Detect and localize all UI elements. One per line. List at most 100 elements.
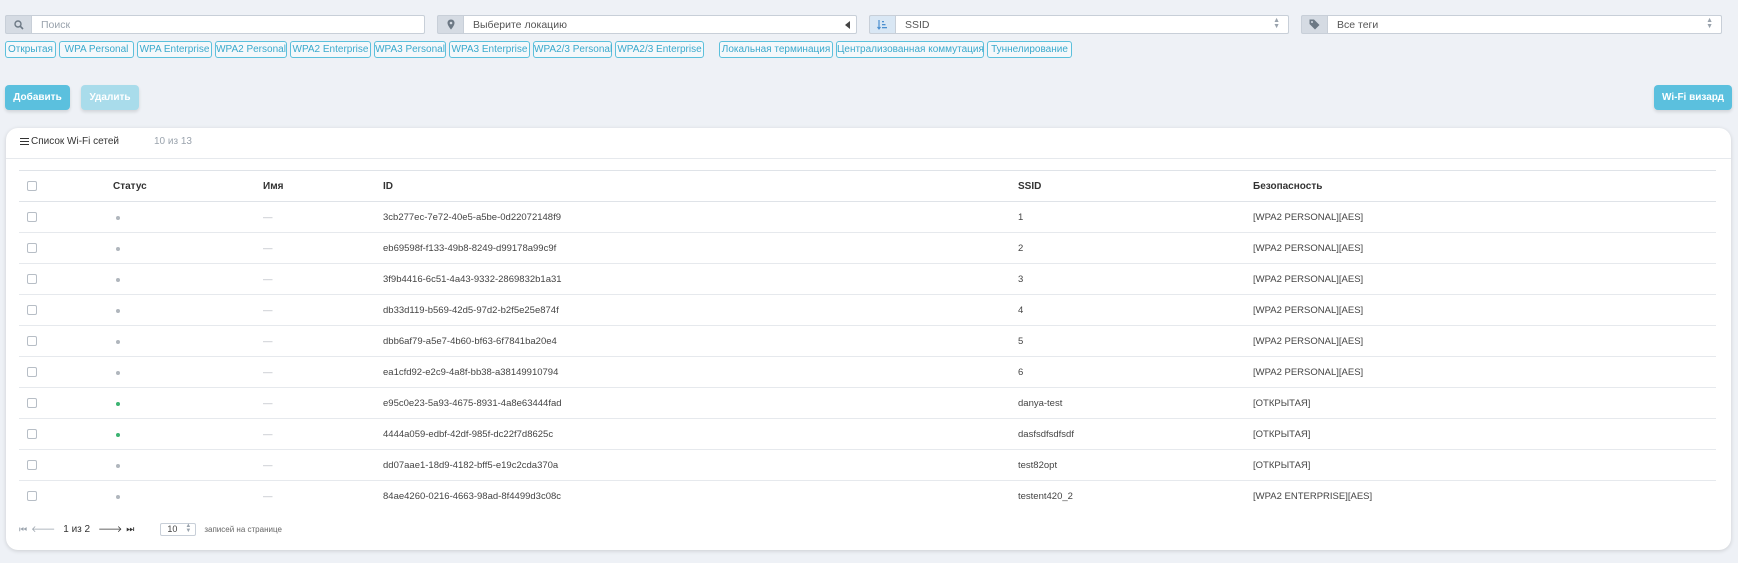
search-input[interactable] bbox=[31, 15, 425, 34]
row-name: — bbox=[263, 449, 383, 481]
search-icon bbox=[5, 15, 31, 34]
row-id: 84ae4260-0216-4663-98ad-8f4499d3c08c bbox=[383, 490, 562, 502]
row-ssid: 6 bbox=[1018, 356, 1253, 388]
per-page-select[interactable]: 10 ▲ ▼ bbox=[160, 523, 197, 536]
location-select[interactable]: Выберите локацию bbox=[463, 15, 857, 34]
add-button[interactable]: Добавить bbox=[5, 85, 70, 110]
card-title: Список Wi-Fi сетей bbox=[31, 136, 119, 147]
chip-wpa-personal[interactable]: WPA Personal bbox=[59, 41, 134, 58]
card-divider bbox=[6, 158, 1731, 159]
location-group: Выберите локацию bbox=[437, 15, 857, 34]
tags-select[interactable]: Все теги ▲ ▼ bbox=[1327, 15, 1722, 34]
status-dot bbox=[116, 308, 120, 313]
first-page-icon[interactable]: ⏮ bbox=[19, 524, 27, 535]
table-row[interactable]: — e95c0e23-5a93-4675-8931-4a8e63444fad dan… bbox=[19, 387, 1716, 419]
select-all-checkbox[interactable] bbox=[27, 180, 37, 191]
row-id: ea1cfd92-e2c9-4a8f-bb38-a38149910794 bbox=[383, 356, 1018, 388]
pagination: ⏮ 🡐 1 из 2 🡒 ⏭ 10 ▲ ▼ записей на странице bbox=[19, 523, 282, 536]
row-ssid: 1 bbox=[1018, 201, 1253, 233]
chip-local-termination[interactable]: Локальная терминация bbox=[719, 41, 833, 58]
row-name: — bbox=[263, 201, 383, 233]
row-security: [WPA2 PERSONAL][AES] bbox=[1253, 294, 1716, 326]
per-page-label: записей на странице bbox=[204, 525, 282, 534]
col-id[interactable]: ID bbox=[383, 170, 1018, 202]
row-security: [WPA2 PERSONAL][AES] bbox=[1253, 232, 1716, 264]
chip-wpa3-enterprise[interactable]: WPA3 Enterprise bbox=[449, 41, 530, 58]
chip-wpa2-enterprise[interactable]: WPA2 Enterprise bbox=[290, 41, 371, 58]
tags-select-value: Все теги bbox=[1337, 18, 1379, 31]
status-dot bbox=[116, 246, 120, 251]
row-id: e95c0e23-5a93-4675-8931-4a8e63444fad bbox=[383, 387, 1018, 419]
chip-wpa2-personal[interactable]: WPA2 Personal bbox=[215, 41, 287, 58]
row-security: [ОТКРЫТАЯ] bbox=[1253, 418, 1716, 450]
row-checkbox[interactable] bbox=[27, 491, 37, 502]
table-row[interactable]: —4444a059-edbf-42df-985f-dc22f7d8625c das… bbox=[19, 418, 1716, 450]
updown-icon: ▲ ▼ bbox=[1706, 17, 1713, 30]
row-checkbox[interactable] bbox=[27, 366, 37, 377]
row-name: — bbox=[263, 387, 383, 419]
map-marker-icon bbox=[437, 15, 463, 34]
row-checkbox[interactable] bbox=[27, 428, 37, 439]
table-row[interactable]: — ea1cfd92-e2c9-4a8f-bb38-a38149910794 6 [W… bbox=[19, 356, 1716, 388]
status-dot bbox=[116, 277, 120, 282]
col-security[interactable]: Безопасность bbox=[1253, 170, 1716, 202]
record-count: 10 из 13 bbox=[154, 136, 192, 147]
row-checkbox[interactable] bbox=[27, 304, 37, 315]
tag-icon bbox=[1301, 15, 1327, 34]
col-status[interactable]: Статус bbox=[113, 170, 263, 202]
row-checkbox[interactable] bbox=[27, 335, 37, 346]
sort-select-value: SSID bbox=[905, 18, 930, 31]
table-row[interactable]: — eb69598f-f133-49b8-8249-d99178a99c9f 2 [W… bbox=[19, 232, 1716, 264]
table-row[interactable]: — dbb6af79-a5e7-4b60-bf63-6f7841ba20e4 5 [W… bbox=[19, 325, 1716, 357]
row-security: [ОТКРЫТАЯ] bbox=[1253, 449, 1716, 481]
status-dot bbox=[116, 215, 120, 220]
card-header: Список Wi-Fi сетей 10 из 13 bbox=[20, 136, 192, 147]
row-checkbox[interactable] bbox=[27, 459, 37, 470]
chip-open[interactable]: Открытая bbox=[5, 41, 56, 58]
status-dot bbox=[116, 463, 120, 468]
chip-wpa23-personal[interactable]: WPA2/3 Personal bbox=[533, 41, 612, 58]
sort-select[interactable]: SSID ▲ ▼ bbox=[895, 15, 1289, 34]
last-page-icon[interactable]: ⏭ bbox=[126, 524, 134, 535]
row-checkbox[interactable] bbox=[27, 273, 37, 284]
chip-wpa23-enterprise[interactable]: WPA2/3 Enterprise bbox=[615, 41, 704, 58]
row-name: — bbox=[263, 418, 383, 450]
row-ssid: dasfsdfsdfsdf bbox=[1018, 418, 1253, 450]
search-group bbox=[5, 15, 425, 34]
delete-button[interactable]: Удалить bbox=[81, 85, 139, 110]
next-page-icon[interactable]: 🡒 bbox=[98, 524, 122, 535]
chip-wpa-enterprise[interactable]: WPA Enterprise bbox=[137, 41, 212, 58]
table-row[interactable]: —3cb277ec-7e72-40e5-a5be-0d22072148f9 1 [W… bbox=[19, 201, 1716, 233]
row-id: 3f9b4416-6c51-4a43-9332-2869832b1a31 bbox=[383, 263, 1018, 295]
status-dot bbox=[116, 339, 120, 344]
row-security: [WPA2 PERSONAL][AES] bbox=[1253, 201, 1716, 233]
page-indicator: 1 из 2 bbox=[63, 524, 91, 535]
filter-bar: Выберите локацию SSID ▲▼ Все теги ▲▼ bbox=[5, 15, 1722, 34]
row-id: eb69598f-f133-49b8-8249-d99178a99c9f bbox=[383, 232, 1018, 264]
location-select-value: Выберите локацию bbox=[473, 18, 567, 31]
row-checkbox[interactable] bbox=[27, 397, 37, 408]
chip-central-switching[interactable]: Централизованная коммутация bbox=[836, 41, 984, 58]
status-dot bbox=[116, 432, 120, 437]
row-name: — bbox=[263, 356, 383, 388]
table-row[interactable]: —3f9b4416-6c51-4a43-9332-2869832b1a31 3 [W… bbox=[19, 263, 1716, 295]
row-name: — bbox=[263, 294, 383, 326]
table-row[interactable]: — 84ae4260-0216-4663-98ad-8f4499d3c08c tes… bbox=[19, 481, 1716, 512]
row-checkbox[interactable] bbox=[27, 211, 37, 222]
prev-page-icon[interactable]: 🡐 bbox=[31, 524, 55, 535]
col-ssid[interactable]: SSID bbox=[1018, 170, 1253, 202]
row-name: — bbox=[263, 490, 273, 502]
row-security: [WPA2 PERSONAL][AES] bbox=[1253, 263, 1716, 295]
row-id: 3cb277ec-7e72-40e5-a5be-0d22072148f9 bbox=[383, 201, 1018, 233]
row-id: dd07aae1-18d9-4182-bff5-e19c2cda370a bbox=[383, 449, 1018, 481]
table-row[interactable]: — db33d119-b569-42d5-97d2-b2f5e25e874f 4 [W… bbox=[19, 294, 1716, 326]
chip-wpa3-personal[interactable]: WPA3 Personal bbox=[374, 41, 446, 58]
per-page-value: 10 bbox=[167, 524, 178, 534]
sort-amount-icon[interactable] bbox=[869, 15, 895, 34]
row-checkbox[interactable] bbox=[27, 242, 37, 253]
row-ssid: 2 bbox=[1018, 232, 1253, 264]
wifi-wizard-button[interactable]: Wi-Fi визард bbox=[1654, 85, 1732, 110]
table-row[interactable]: — dd07aae1-18d9-4182-bff5-e19c2cda370a tes… bbox=[19, 449, 1716, 481]
chip-tunneling[interactable]: Туннелирование bbox=[987, 41, 1072, 58]
col-name[interactable]: Имя bbox=[263, 170, 383, 202]
